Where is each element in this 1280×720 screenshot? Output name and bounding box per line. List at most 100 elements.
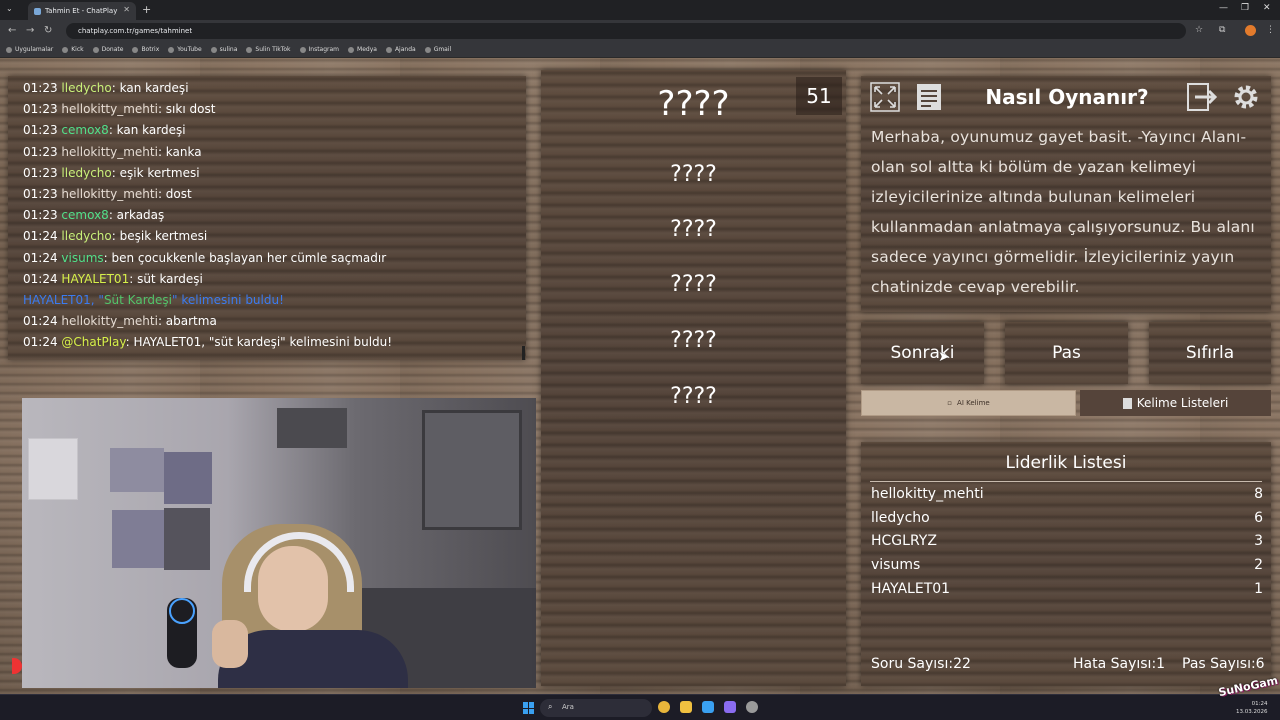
chat-username[interactable]: @ChatPlay	[61, 335, 125, 349]
chat-time: 01:23	[23, 102, 58, 117]
list-icon	[1122, 397, 1132, 409]
leaderboard-score: 3	[1254, 533, 1263, 550]
lamp-light	[169, 598, 195, 624]
window-close-icon[interactable]: ✕	[1263, 3, 1271, 13]
taskbar-clock[interactable]: 01:24 13.03.2026	[1236, 700, 1268, 716]
bookmark-label: Ajanda	[394, 46, 416, 53]
chat-time: 01:24	[23, 314, 58, 329]
chat-username[interactable]: hellokitty_mehti	[61, 145, 158, 159]
bookmark-item[interactable]: YouTube	[168, 46, 202, 53]
bookmark-item[interactable]: sulina	[210, 46, 237, 53]
room-window	[422, 410, 522, 530]
notice-sep: , "	[90, 293, 104, 308]
how-to-text: Merhaba, oyunumuz gayet basit. -Yayıncı …	[871, 128, 1255, 296]
forbidden-word: ????	[670, 328, 717, 353]
taskbar: ⌕ Ara 01:24 13.03.2026	[0, 694, 1280, 720]
chat-username[interactable]: lledycho	[61, 81, 111, 95]
address-bar-row: ← → ↻ chatplay.com.tr/games/tahminet ☆ ⧉…	[0, 20, 1280, 42]
bookmark-label: Uygulamalar	[15, 46, 54, 53]
bookmark-star-icon[interactable]: ☆	[1195, 25, 1203, 35]
chat-username[interactable]: HAYALET01	[61, 272, 129, 286]
exit-icon[interactable]	[1186, 80, 1220, 114]
taskbar-search-label: Ara	[562, 703, 574, 711]
taskbar-search[interactable]: ⌕ Ara	[540, 699, 652, 717]
tab-ai-label: AI Kelime	[957, 399, 990, 407]
live-indicator	[12, 658, 22, 674]
chat-time: 01:23	[23, 81, 58, 95]
chat-text: arkadaş	[116, 208, 165, 223]
chat-username[interactable]: cemox8	[61, 123, 108, 137]
robot-icon: ▫	[947, 399, 953, 407]
reset-button[interactable]: Sıfırla	[1149, 322, 1271, 384]
chat-username[interactable]: visums	[61, 251, 103, 265]
bookmark-item[interactable]: Instagram	[299, 46, 340, 53]
leaderboard-name: visums	[871, 557, 921, 574]
leaderboard-score: 2	[1254, 557, 1263, 574]
file-explorer-icon[interactable]	[680, 701, 692, 713]
chrome-icon[interactable]	[658, 701, 670, 713]
url-field[interactable]: chatplay.com.tr/games/tahminet	[66, 23, 1186, 39]
bookmark-item[interactable]: Sulin TikTok	[246, 46, 291, 53]
menu-dots-icon[interactable]: ⋮	[1266, 25, 1275, 35]
bookmark-item[interactable]: Gmail	[424, 46, 451, 53]
profile-avatar[interactable]	[1245, 25, 1256, 36]
reset-button-label: Sıfırla	[1185, 343, 1235, 363]
chat-username[interactable]: hellokitty_mehti	[61, 314, 158, 328]
tab-word-lists[interactable]: Kelime Listeleri	[1080, 390, 1271, 416]
bookmark-item[interactable]: Botrix	[132, 46, 159, 53]
leaderboard-divider	[870, 481, 1262, 482]
word-found-notice: HAYALET01, "Süt Kardeşi" kelimesini buld…	[23, 290, 511, 311]
wall-art	[164, 508, 210, 570]
wall-art	[110, 448, 164, 492]
bookmark-item[interactable]: Ajanda	[385, 46, 416, 53]
tab-close-icon[interactable]: ✕	[123, 5, 130, 14]
pass-button[interactable]: Pas	[1005, 322, 1128, 384]
new-tab-icon[interactable]: +	[142, 3, 151, 16]
windows-start-icon[interactable]	[523, 702, 535, 714]
maximize-icon[interactable]: ❐	[1241, 3, 1249, 13]
chat-scrollbar[interactable]	[522, 346, 525, 360]
bookmark-label: Donate	[101, 46, 124, 53]
chat-text: abartma	[165, 314, 217, 329]
settings-gear-icon[interactable]	[1229, 80, 1263, 114]
app-icon[interactable]	[702, 701, 714, 713]
discord-icon[interactable]	[724, 701, 736, 713]
chat-time: 01:23	[23, 208, 58, 223]
chat-username[interactable]: cemox8	[61, 208, 108, 222]
streamer-hand	[212, 620, 248, 668]
bookmark-item[interactable]: Kick	[62, 46, 84, 53]
wall-art	[164, 452, 212, 504]
favicon-icon	[34, 7, 41, 15]
chat-username[interactable]: lledycho	[61, 166, 111, 180]
bookmark-item[interactable]: Uygulamalar	[6, 46, 53, 53]
obs-icon[interactable]	[746, 701, 758, 713]
bookmark-icon	[132, 46, 139, 53]
leaderboard-name: HAYALET01	[871, 580, 951, 597]
fullscreen-icon[interactable]	[868, 80, 902, 114]
browser-tab[interactable]: Tahmin Et - ChatPlay ✕	[28, 2, 136, 20]
bookmark-icon	[348, 46, 355, 53]
tab-lists-label: Kelime Listeleri	[1136, 396, 1229, 410]
question-count: Soru Sayısı:22	[871, 656, 971, 672]
bookmark-icon	[62, 46, 69, 53]
next-button[interactable]: Sonraki	[861, 322, 984, 384]
chat-username[interactable]: hellokitty_mehti	[61, 187, 158, 201]
forward-icon[interactable]: →	[26, 25, 34, 36]
forbidden-word: ????	[670, 217, 717, 242]
chat-username[interactable]: lledycho	[61, 229, 111, 243]
reload-icon[interactable]: ↻	[44, 25, 52, 36]
tab-ai-word[interactable]: ▫ AI Kelime	[861, 390, 1076, 416]
chat-text: beşik kertmesi	[119, 229, 208, 244]
bookmark-label: Instagram	[308, 46, 340, 53]
how-to-title: Nasıl Oynanır?	[985, 85, 1149, 109]
bookmark-item[interactable]: Medya	[348, 46, 377, 53]
chat-username[interactable]: hellokitty_mehti	[61, 102, 158, 116]
bookmark-item[interactable]: Donate	[92, 46, 124, 53]
extensions-icon[interactable]: ⧉	[1219, 25, 1225, 35]
tab-search-chevron-icon[interactable]: ⌄	[6, 4, 13, 13]
back-icon[interactable]: ←	[8, 25, 16, 36]
minimize-icon[interactable]: —	[1219, 3, 1228, 13]
chat-time: 01:24	[23, 271, 58, 286]
chat-text: sıkı dost	[165, 102, 216, 117]
chat-panel: 01:23 lledycho: kan kardeşi 01:23 helloki…	[8, 76, 526, 360]
